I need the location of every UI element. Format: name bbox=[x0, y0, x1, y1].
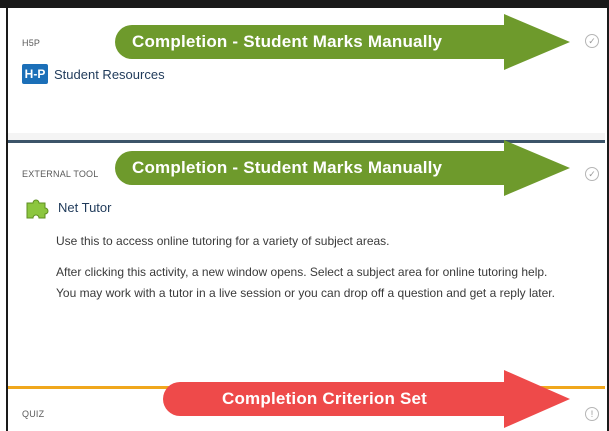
activity-type-label: QUIZ bbox=[22, 409, 45, 419]
course-page: H5P H-P Student Resources ✓ EXTERNAL TOO… bbox=[0, 0, 609, 431]
annotation-label: Completion - Student Marks Manually bbox=[132, 158, 443, 177]
card-separator bbox=[8, 133, 605, 140]
annotation-arrow-green: Completion - Student Marks Manually bbox=[108, 14, 570, 70]
activity-description-1: Use this to access online tutoring for a… bbox=[56, 234, 390, 248]
activity-type-label: EXTERNAL TOOL bbox=[22, 169, 99, 179]
h5p-logo-icon: H-P bbox=[22, 64, 48, 84]
window-top-bar bbox=[0, 0, 609, 8]
activity-type-label: H5P bbox=[22, 38, 41, 48]
activity-description-2: After clicking this activity, a new wind… bbox=[56, 265, 555, 300]
annotation-arrow-red: Completion Criterion Set bbox=[158, 370, 570, 428]
activity-title-row[interactable]: Net Tutor bbox=[24, 195, 111, 219]
puzzle-piece-icon bbox=[26, 199, 49, 219]
annotation-label: Completion Criterion Set bbox=[222, 389, 428, 408]
annotation-label: Completion - Student Marks Manually bbox=[132, 32, 443, 51]
activity-title-link[interactable]: Net Tutor bbox=[58, 200, 111, 215]
annotation-arrow-green: Completion - Student Marks Manually bbox=[108, 140, 570, 196]
